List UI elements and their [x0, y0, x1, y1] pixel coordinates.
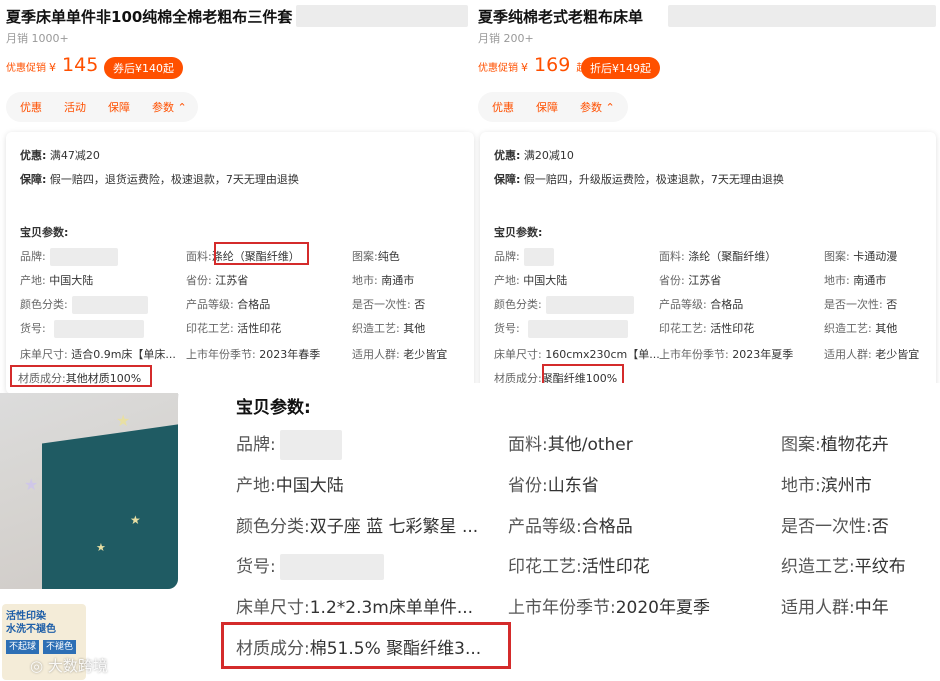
right-price: ¥ 169 起 — [521, 54, 586, 76]
tab-activity[interactable]: 活动 — [64, 99, 86, 115]
big-param-weave: 织造工艺:平纹布 — [781, 557, 906, 577]
left-coupon-badge: 券后¥140起 — [104, 57, 183, 79]
right-param-color: 颜色分类: — [494, 296, 634, 314]
right-param-weave: 织造工艺: 其他 — [824, 322, 898, 335]
right-price-row: 优惠促销 ¥ 169 起 — [478, 54, 586, 76]
right-param-audience: 适用人群: 老少皆宜 — [824, 348, 920, 361]
big-param-print: 印花工艺:活性印花 — [508, 557, 650, 577]
right-param-fabric: 面料: 涤纶（聚酯纤维） — [659, 250, 777, 263]
right-sales: 月销 200+ — [478, 32, 534, 45]
tab-discount[interactable]: 优惠 — [492, 99, 514, 115]
tab-params[interactable]: 参数 ⌃ — [152, 99, 187, 115]
left-param-origin: 产地: 中国大陆 — [20, 274, 94, 287]
star-decoration: ★ — [130, 513, 141, 527]
right-param-print: 印花工艺: 活性印花 — [659, 322, 755, 335]
left-param-grade: 产品等级: 合格品 — [186, 298, 271, 311]
right-param-disposable: 是否一次性: 否 — [824, 298, 898, 311]
left-tab-bar: 优惠 活动 保障 参数 ⌃ — [6, 92, 198, 122]
left-param-sku: 货号: — [20, 320, 144, 338]
left-param-weave: 织造工艺: 其他 — [352, 322, 426, 335]
big-param-origin: 产地:中国大陆 — [236, 476, 344, 496]
right-param-province: 省份: 江苏省 — [659, 274, 722, 287]
big-param-brand: 品牌: — [236, 430, 342, 460]
thumb-tags: 不起球 不褪色 — [2, 636, 86, 654]
big-param-disposable: 是否一次性:否 — [781, 517, 889, 537]
left-price-row: 优惠促销 ¥ 145 起 — [6, 54, 114, 76]
right-param-brand: 品牌: — [494, 248, 554, 266]
left-discount-line: 优惠: 满47减20 — [20, 149, 100, 162]
watermark-logo-icon: ◎ — [30, 657, 44, 675]
right-title-redacted — [668, 5, 936, 27]
left-param-print: 印花工艺: 活性印花 — [186, 322, 282, 335]
left-param-season: 上市年份季节: 2023年春季 — [186, 348, 321, 361]
big-param-province: 省份:山东省 — [508, 476, 599, 496]
big-param-size: 床单尺寸:1.2*2.3m床单单件... — [236, 598, 474, 618]
watermark: ◎ 大数跨境 — [30, 657, 108, 675]
right-tab-bar: 优惠 保障 参数 ⌃ — [478, 92, 628, 122]
right-promo-label: 优惠促销 — [478, 63, 518, 74]
right-param-origin: 产地: 中国大陆 — [494, 274, 568, 287]
right-param-city: 地市: 南通市 — [824, 274, 887, 287]
thumb-caption: 活性印染 水洗不褪色 — [6, 611, 56, 635]
right-param-season: 上市年份季节: 2023年夏季 — [659, 348, 794, 361]
left-material-highlight — [10, 365, 152, 387]
big-param-grade: 产品等级:合格品 — [508, 517, 633, 537]
thumb-tag: 不褪色 — [43, 640, 77, 654]
bedsheet-image — [42, 422, 178, 589]
tab-params[interactable]: 参数 ⌃ — [580, 99, 615, 115]
big-param-sku: 货号: — [236, 552, 384, 580]
big-param-color: 颜色分类:双子座 蓝 七彩繁星 ... — [236, 517, 479, 537]
right-param-pattern: 图案: 卡通动漫 — [824, 250, 898, 263]
big-param-audience: 适用人群:中年 — [781, 598, 889, 618]
enlarged-params-title: 宝贝参数: — [236, 398, 311, 418]
big-param-pattern: 图案:植物花卉 — [781, 435, 889, 455]
big-param-season: 上市年份季节:2020年夏季 — [508, 598, 710, 618]
right-guarantee-line: 保障: 假一赔四，升级版运费险，极速退款，7天无理由退换 — [494, 173, 784, 186]
thumb-tag: 不起球 — [6, 640, 40, 654]
left-param-color: 颜色分类: — [20, 296, 148, 314]
tab-guarantee[interactable]: 保障 — [108, 99, 130, 115]
right-discount-line: 优惠: 满20减10 — [494, 149, 574, 162]
tab-guarantee[interactable]: 保障 — [536, 99, 558, 115]
left-param-pattern: 图案:纯色 — [352, 250, 400, 263]
product-photo[interactable]: ★ ★ ★ ★ — [0, 393, 178, 589]
left-params-title: 宝贝参数: — [20, 226, 69, 239]
left-param-size: 床单尺寸: 适合0.9m床【单床... — [20, 348, 176, 361]
left-fabric-highlight — [214, 242, 309, 265]
big-material-highlight — [221, 622, 511, 669]
left-product-title[interactable]: 夏季床单单件非100纯棉全棉老粗布三件套 — [6, 6, 292, 27]
right-coupon-badge: 折后¥149起 — [581, 57, 660, 79]
star-decoration: ★ — [116, 411, 131, 430]
right-param-sku: 货号: — [494, 320, 628, 338]
big-param-fabric: 面料:其他/other — [508, 435, 633, 455]
left-param-city: 地市: 南通市 — [352, 274, 415, 287]
left-promo-label: 优惠促销 — [6, 63, 46, 74]
star-decoration: ★ — [24, 475, 39, 494]
right-param-grade: 产品等级: 合格品 — [659, 298, 744, 311]
big-param-city: 地市:滨州市 — [781, 476, 872, 496]
left-sales: 月销 1000+ — [6, 32, 69, 45]
right-param-size: 床单尺寸: 160cmx230cm【单... — [494, 348, 660, 361]
left-param-province: 省份: 江苏省 — [186, 274, 249, 287]
right-product-title[interactable]: 夏季纯棉老式老粗布床单 — [478, 6, 643, 27]
tab-discount[interactable]: 优惠 — [20, 99, 42, 115]
left-param-brand: 品牌: — [20, 248, 118, 266]
star-decoration: ★ — [96, 541, 106, 554]
left-title-redacted — [296, 5, 468, 27]
left-param-disposable: 是否一次性: 否 — [352, 298, 426, 311]
left-param-audience: 适用人群: 老少皆宜 — [352, 348, 448, 361]
right-params-title: 宝贝参数: — [494, 226, 543, 239]
left-guarantee-line: 保障: 假一赔四，退货运费险，极速退款，7天无理由退换 — [20, 173, 299, 186]
